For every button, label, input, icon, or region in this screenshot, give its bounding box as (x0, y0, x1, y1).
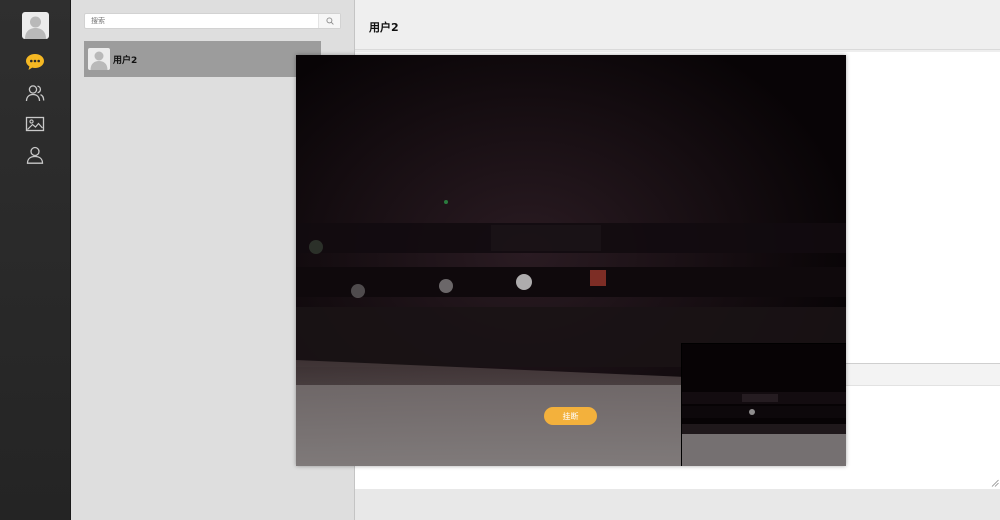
contacts-icon (25, 85, 45, 102)
contact-avatar (88, 48, 110, 70)
contact-name: 用户2 (113, 56, 138, 66)
video-call-window: 挂断 (296, 55, 846, 466)
hangup-button[interactable]: 挂断 (544, 407, 597, 425)
profile-icon (26, 146, 44, 164)
nav-profile-button[interactable] (23, 143, 47, 167)
avatar-placeholder-icon (25, 16, 46, 39)
image-icon (25, 116, 45, 132)
user-avatar[interactable] (22, 12, 49, 39)
search-bar (84, 13, 341, 29)
nav-chat-button[interactable] (23, 50, 47, 74)
nav-rail (0, 0, 71, 520)
search-button[interactable] (318, 14, 340, 28)
contact-item-user2[interactable]: 用户2 (84, 41, 321, 77)
nav-images-button[interactable] (23, 112, 47, 136)
chat-title: 用户2 (369, 21, 399, 34)
avatar-placeholder-icon (90, 51, 108, 70)
local-video-feed (682, 344, 846, 466)
local-video-preview (681, 343, 846, 466)
chat-bubble-icon (26, 54, 44, 70)
chat-footer (355, 489, 1000, 520)
chat-header: 用户2 (355, 0, 1000, 50)
search-input[interactable] (85, 14, 319, 28)
nav-contacts-button[interactable] (23, 81, 47, 105)
search-icon (325, 17, 334, 25)
resize-grip-icon[interactable] (991, 479, 999, 487)
